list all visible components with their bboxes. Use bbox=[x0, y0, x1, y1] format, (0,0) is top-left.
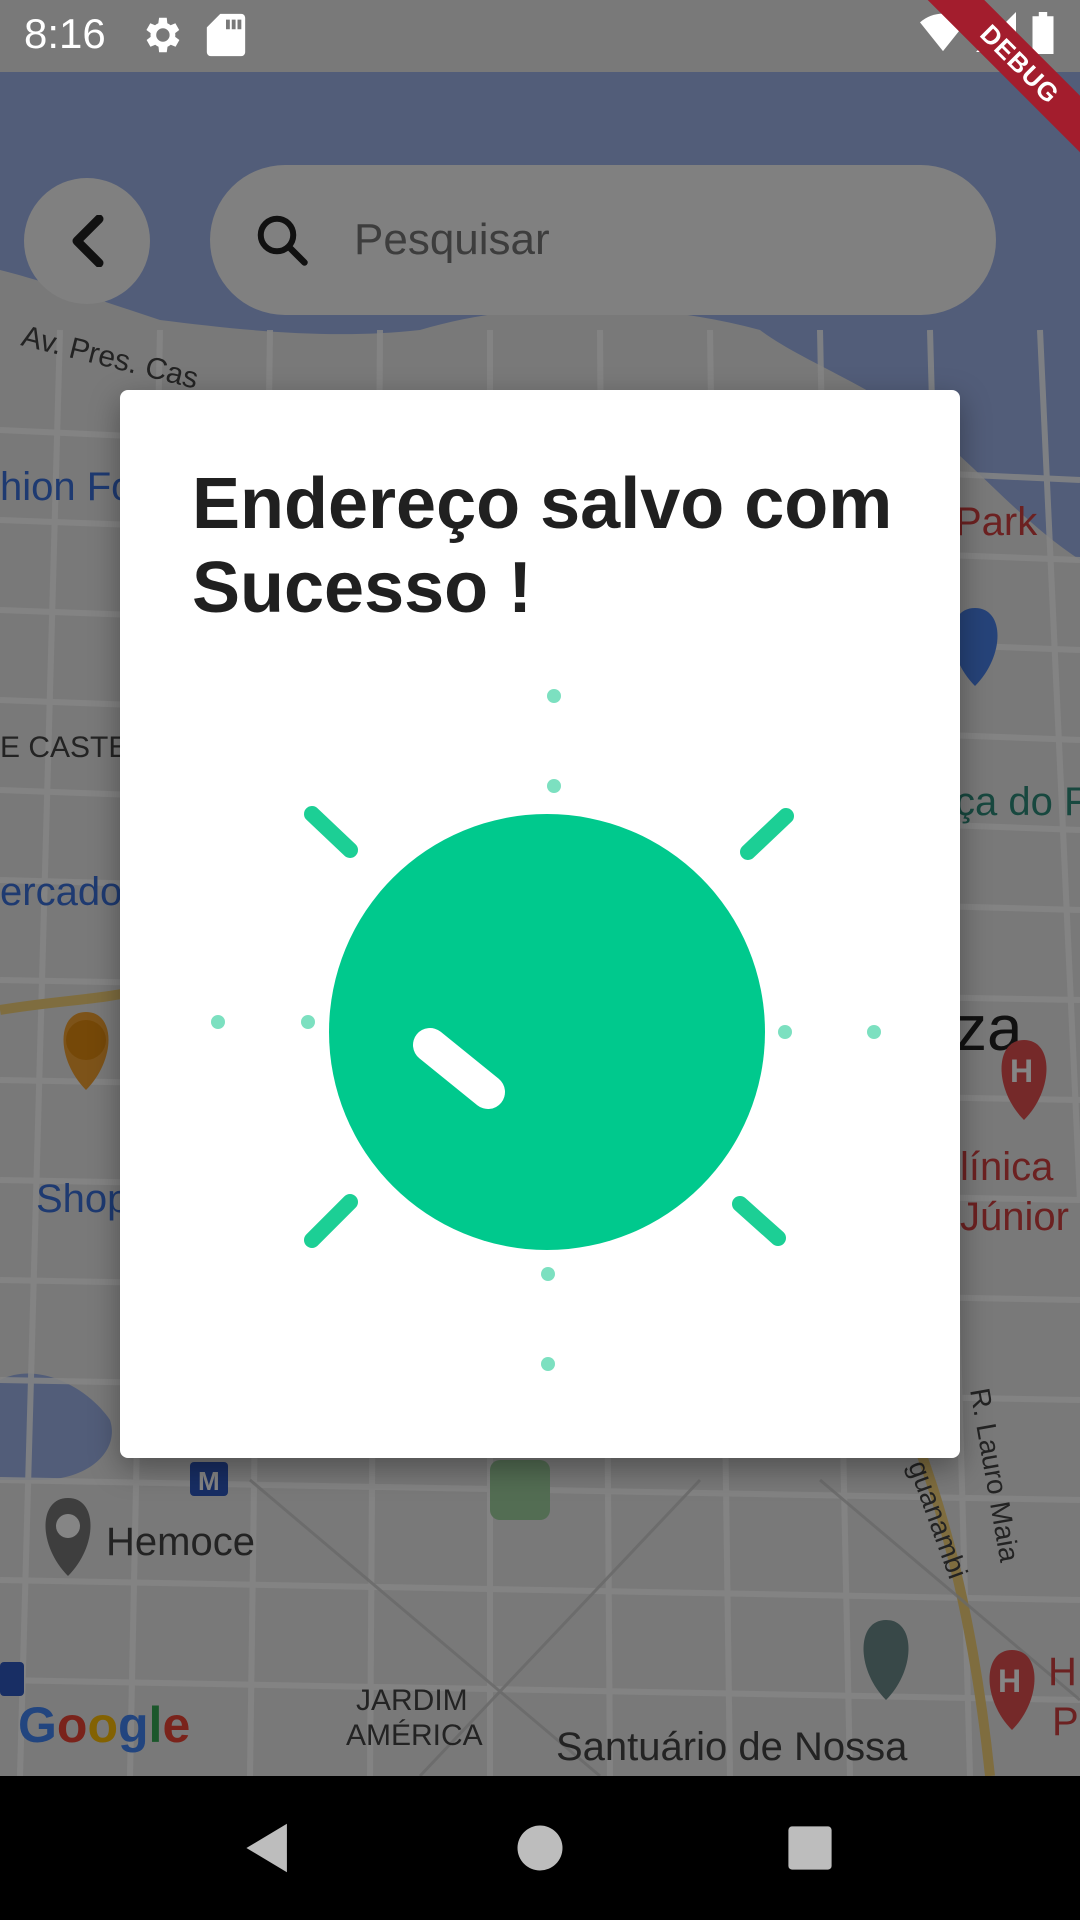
search-bar[interactable] bbox=[210, 165, 996, 315]
nav-back-button[interactable] bbox=[232, 1812, 304, 1884]
dialog-title: Endereço salvo com Sucesso ! bbox=[192, 464, 893, 628]
signal-icon bbox=[976, 12, 1016, 52]
square-recents-icon bbox=[788, 1826, 832, 1870]
search-input[interactable] bbox=[352, 199, 916, 281]
sd-card-icon bbox=[206, 13, 246, 57]
success-burst-icon bbox=[211, 689, 881, 1371]
gear-icon bbox=[146, 17, 180, 53]
wifi-icon bbox=[920, 13, 966, 52]
nav-home-button[interactable] bbox=[504, 1812, 576, 1884]
status-bar: 8:16 bbox=[0, 0, 1080, 72]
search-icon bbox=[257, 215, 308, 266]
circle-home-icon bbox=[517, 1825, 563, 1871]
triangle-back-icon bbox=[246, 1823, 287, 1873]
back-button[interactable] bbox=[24, 178, 150, 304]
success-dialog: Endereço salvo com Sucesso ! bbox=[120, 390, 960, 1458]
status-time: 8:16 bbox=[24, 10, 106, 57]
battery-icon bbox=[1032, 12, 1054, 54]
system-nav-bar bbox=[0, 1776, 1080, 1920]
nav-recents-button[interactable] bbox=[774, 1812, 846, 1884]
chevron-left-icon bbox=[72, 215, 104, 267]
